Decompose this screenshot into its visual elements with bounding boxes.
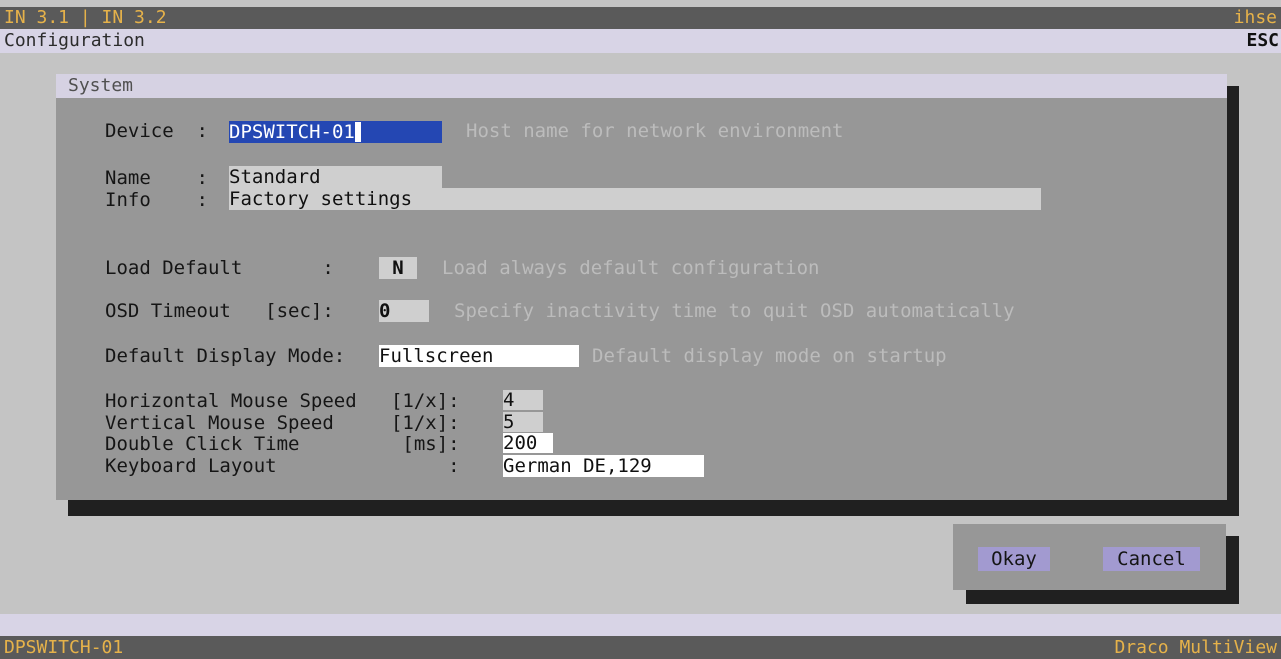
info-value: Factory settings <box>229 188 413 210</box>
osd-timeout-hint: Specify inactivity time to quit OSD auto… <box>454 300 1015 322</box>
esc-button[interactable]: ESC <box>1246 29 1279 53</box>
menu-bar: Configuration ESC <box>0 29 1281 53</box>
display-mode-value: Fullscreen <box>379 345 494 367</box>
h-mouse-label: Horizontal Mouse Speed [1/x]: <box>105 390 460 412</box>
load-default-label: Load Default : <box>105 257 334 279</box>
panel-title-bar: System <box>56 74 1227 98</box>
dbl-click-value: 200 <box>503 432 538 454</box>
info-label: Info : <box>105 189 208 211</box>
panel-title: System <box>68 75 134 96</box>
name-label: Name : <box>105 167 208 189</box>
keyboard-value: German DE,129 <box>503 455 652 477</box>
osd-timeout-label: OSD Timeout [sec]: <box>105 300 334 322</box>
status-bar <box>0 614 1281 636</box>
text-cursor <box>354 122 361 142</box>
load-default-value: N <box>392 257 404 279</box>
v-mouse-label: Vertical Mouse Speed [1/x]: <box>105 412 460 434</box>
device-field[interactable]: DPSWITCH-01 <box>229 121 442 143</box>
display-mode-field[interactable]: Fullscreen <box>379 345 579 367</box>
display-mode-hint: Default display mode on startup <box>592 345 947 367</box>
name-value: Standard <box>229 166 321 188</box>
dbl-click-field[interactable]: 200 <box>503 433 553 453</box>
device-value: DPSWITCH-01 <box>229 121 355 143</box>
footer-product: Draco MultiView <box>1114 637 1277 658</box>
name-field[interactable]: Standard <box>229 166 442 188</box>
okay-button[interactable]: Okay <box>978 547 1050 571</box>
keyboard-field[interactable]: German DE,129 <box>503 455 704 477</box>
dbl-click-label: Double Click Time [ms]: <box>105 433 460 455</box>
cancel-button[interactable]: Cancel <box>1103 547 1200 571</box>
v-mouse-field[interactable]: 5 <box>503 412 543 432</box>
menu-title: Configuration <box>4 30 145 51</box>
display-mode-label: Default Display Mode: <box>105 345 346 367</box>
footer-bar: DPSWITCH-01 Draco MultiView <box>0 636 1281 659</box>
load-default-hint: Load always default configuration <box>442 257 820 279</box>
button-panel: Okay Cancel <box>953 524 1226 590</box>
h-mouse-value: 4 <box>503 389 515 411</box>
input-indicator: IN 3.1 | IN 3.2 <box>4 7 167 28</box>
top-bar: IN 3.1 | IN 3.2 ihse <box>0 7 1281 29</box>
keyboard-label: Keyboard Layout : <box>105 455 460 477</box>
info-field[interactable]: Factory settings <box>229 188 1041 210</box>
brand-label: ihse <box>1233 7 1277 28</box>
device-hint: Host name for network environment <box>466 120 844 142</box>
osd-timeout-value: 0 <box>379 300 391 322</box>
osd-timeout-field[interactable]: 0 <box>379 300 429 322</box>
device-label: Device : <box>105 120 208 142</box>
load-default-field[interactable]: N <box>379 257 417 279</box>
system-panel: System Device : DPSWITCH-01 Host name fo… <box>56 74 1227 500</box>
v-mouse-value: 5 <box>503 411 515 433</box>
footer-device: DPSWITCH-01 <box>4 637 124 658</box>
h-mouse-field[interactable]: 4 <box>503 390 543 410</box>
